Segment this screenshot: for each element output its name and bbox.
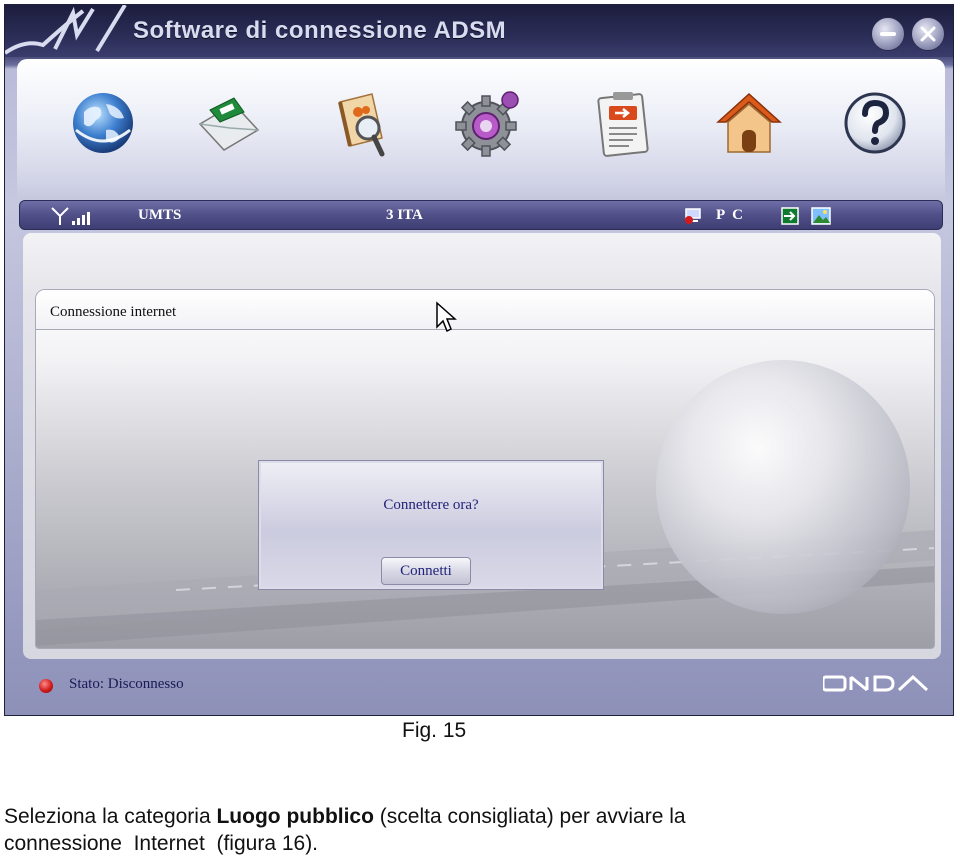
connection-status-strip: UMTS 3 ITA P C	[19, 200, 943, 230]
minimize-button[interactable]	[871, 17, 905, 51]
toolbar-phonebook-button[interactable]	[321, 83, 401, 163]
pc-disconnected-icon	[685, 208, 701, 224]
instruction-suffix: (scelta consigliata) per avviare la	[373, 805, 686, 828]
operator-name: 3 ITA	[386, 207, 423, 223]
toolbar-home-button[interactable]	[709, 83, 789, 163]
toolbar-internet-button[interactable]	[63, 83, 143, 163]
section-title: Connessione internet	[50, 304, 177, 320]
status-text: Stato: Disconnesso	[69, 676, 184, 692]
toolbar	[17, 59, 945, 199]
toolbar-settings-button[interactable]	[449, 83, 529, 163]
onda-logo	[823, 674, 929, 692]
instruction-prefix: Seleziona la categoria	[4, 805, 217, 828]
main-content-panel: Connessione internet Connettere ora? Con…	[23, 233, 941, 659]
internet-connection-panel: Connessione internet Connettere ora? Con…	[35, 289, 935, 649]
minimize-icon	[880, 32, 896, 36]
instruction-line-2: connessione Internet (figura 16).	[4, 832, 319, 855]
toolbar-sms-button[interactable]	[189, 83, 269, 163]
phonebook-icon	[338, 93, 385, 157]
app-window: Software di connessione ADSM UMTS 3 ITA …	[4, 4, 954, 716]
close-icon	[920, 26, 936, 42]
figure-caption: Fig. 15	[402, 719, 467, 742]
toolbar-transfer-button[interactable]	[583, 83, 663, 163]
network-type: UMTS	[138, 207, 182, 223]
instruction-bold-term: Luogo pubblico	[216, 805, 374, 828]
mouse-cursor-icon	[436, 301, 457, 333]
close-button[interactable]	[911, 17, 945, 51]
connect-question: Connettere ora?	[383, 497, 479, 513]
status-indicator-icon	[39, 679, 53, 693]
globe-icon	[73, 93, 133, 153]
connect-dialog: Connettere ora? Connetti	[258, 460, 604, 590]
section-header: Connessione internet	[36, 290, 934, 330]
brand-swoosh-icon	[5, 5, 127, 55]
connection-mode: P C	[716, 207, 745, 223]
home-icon	[716, 92, 782, 153]
clipboard-transfer-icon	[597, 92, 649, 157]
signal-strength-icon	[51, 207, 90, 225]
instruction-paragraph: Seleziona la categoria Luogo pubblico (s…	[4, 803, 944, 857]
settings-gear-icon	[455, 91, 519, 157]
export-arrow-icon[interactable]	[780, 206, 800, 226]
background-globe	[656, 360, 910, 614]
footer-status-bar: Stato: Disconnesso	[5, 665, 953, 705]
app-title: Software di connessione ADSM	[133, 17, 507, 44]
toolbar-help-button[interactable]	[835, 83, 915, 163]
connect-button[interactable]: Connetti	[381, 557, 471, 585]
picture-icon[interactable]	[810, 206, 832, 226]
sms-envelope-icon	[198, 97, 260, 151]
help-icon	[844, 92, 906, 154]
title-bar[interactable]: Software di connessione ADSM	[5, 5, 953, 57]
